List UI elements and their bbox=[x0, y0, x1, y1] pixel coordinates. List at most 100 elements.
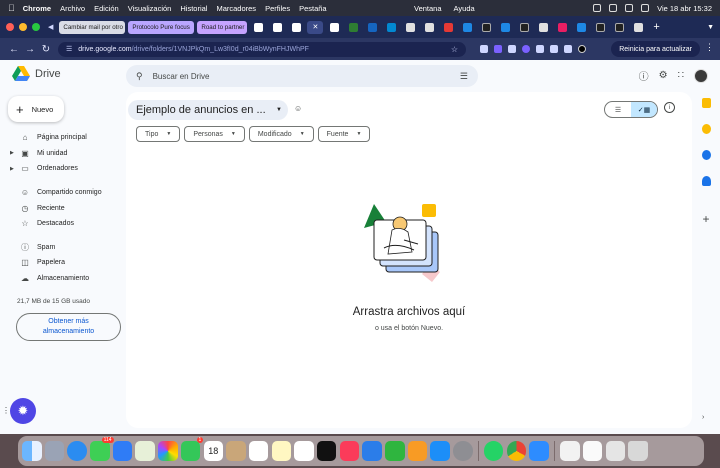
search-bar[interactable]: ⚲ Buscar en Drive ☰ bbox=[126, 65, 478, 87]
tab-road-to-partner[interactable]: Road to partner bbox=[197, 20, 248, 34]
address-bar[interactable]: ☰ drive.google.com/drive/folders/1VNJPkQ… bbox=[58, 41, 466, 57]
music-icon[interactable] bbox=[339, 441, 360, 461]
calendar-icon[interactable]: 18 bbox=[203, 441, 223, 461]
menu-marcadores[interactable]: Marcadores bbox=[216, 4, 256, 13]
new-tab-button[interactable]: + bbox=[653, 21, 659, 33]
sidebar-item-starred[interactable]: ☆ Destacados bbox=[8, 216, 120, 232]
tab-favicon[interactable] bbox=[383, 21, 399, 34]
tasks-addon-icon[interactable] bbox=[701, 150, 711, 160]
menu-visualizacion[interactable]: Visualización bbox=[128, 4, 172, 13]
filter-source[interactable]: Fuente ▼ bbox=[317, 126, 371, 142]
tab-favicon[interactable] bbox=[630, 21, 646, 34]
close-window-button[interactable] bbox=[6, 23, 14, 31]
facetime-icon[interactable]: 1 bbox=[180, 437, 204, 461]
zoom-icon[interactable] bbox=[529, 441, 549, 461]
update-chrome-button[interactable]: Reinicia para actualizar bbox=[611, 41, 700, 57]
tab-favicon[interactable] bbox=[421, 21, 437, 34]
extension-icon[interactable] bbox=[508, 45, 516, 53]
extension-icon[interactable] bbox=[522, 45, 530, 53]
keyboard-icon[interactable] bbox=[605, 441, 626, 461]
profile-avatar-icon[interactable] bbox=[578, 45, 586, 53]
minimize-window-button[interactable] bbox=[19, 23, 27, 31]
tab-favicon[interactable] bbox=[250, 21, 266, 34]
sidebar-item-home[interactable]: ⌂ Página principal bbox=[8, 130, 120, 146]
avatar[interactable] bbox=[694, 68, 708, 83]
expand-caret-icon[interactable]: ▶ bbox=[10, 150, 14, 156]
menu-ayuda[interactable]: Ayuda bbox=[454, 4, 475, 13]
search-input[interactable]: Buscar en Drive bbox=[153, 72, 210, 81]
drive-logo[interactable]: Drive bbox=[12, 66, 61, 82]
contacts-icon[interactable] bbox=[226, 441, 246, 461]
tab-favicon[interactable] bbox=[535, 21, 551, 34]
tab-favicon[interactable] bbox=[459, 21, 475, 34]
tab-cambiar-mail[interactable]: Cambiar mail por otro bbox=[59, 20, 126, 34]
sidebar-item-shared[interactable]: ☺ Compartido conmigo bbox=[8, 185, 120, 201]
trash-icon[interactable] bbox=[628, 441, 648, 461]
tab-favicon[interactable] bbox=[611, 21, 627, 34]
puzzle-icon[interactable] bbox=[536, 45, 544, 53]
search-options-icon[interactable]: ☰ bbox=[460, 71, 468, 82]
grid-view-icon[interactable]: ✓▦ bbox=[631, 102, 657, 117]
info-icon[interactable]: i bbox=[664, 102, 675, 113]
filter-people[interactable]: Personas ▼ bbox=[184, 126, 245, 142]
settings-gear-icon[interactable]: ⚙ bbox=[659, 70, 668, 81]
tab-favicon[interactable] bbox=[345, 21, 361, 34]
contacts-addon-icon[interactable] bbox=[701, 176, 711, 186]
appletv-icon[interactable] bbox=[316, 441, 337, 461]
freeform-icon[interactable] bbox=[294, 441, 314, 461]
site-info-icon[interactable]: ☰ bbox=[66, 45, 72, 53]
get-more-storage-button[interactable]: Obtener más almacenamiento bbox=[16, 313, 121, 341]
tab-favicon[interactable] bbox=[269, 21, 285, 34]
assistant-icon[interactable]: ✹ bbox=[10, 398, 36, 424]
new-button[interactable]: + Nuevo bbox=[8, 96, 64, 122]
list-view-icon[interactable]: ☰ bbox=[605, 102, 631, 117]
reload-icon[interactable]: ↻ bbox=[38, 44, 54, 55]
search-icon[interactable]: ⚲ bbox=[136, 71, 143, 82]
launchpad-icon[interactable] bbox=[44, 441, 65, 461]
sidebar-item-trash[interactable]: ◫ Papelera bbox=[8, 255, 120, 271]
menu-ventana[interactable]: Ventana bbox=[414, 4, 442, 13]
clock[interactable]: Vie 18 abr 15:32 bbox=[657, 4, 712, 13]
tab-favicon[interactable] bbox=[573, 21, 589, 34]
extension-icon[interactable] bbox=[564, 45, 572, 53]
forward-arrow-icon[interactable]: → bbox=[22, 44, 38, 55]
status-icon[interactable] bbox=[609, 4, 618, 12]
tab-favicon[interactable] bbox=[364, 21, 380, 34]
safari-icon[interactable] bbox=[67, 441, 87, 461]
status-icon[interactable] bbox=[593, 4, 602, 12]
extension-icon[interactable] bbox=[550, 45, 558, 53]
tab-active-drive[interactable]: ✕ bbox=[307, 20, 324, 34]
numbers-icon[interactable] bbox=[385, 441, 405, 461]
chevron-right-icon[interactable]: › bbox=[702, 414, 704, 421]
menu-perfiles[interactable]: Perfiles bbox=[265, 4, 290, 13]
photos-icon[interactable] bbox=[158, 441, 178, 461]
control-center-icon[interactable] bbox=[641, 4, 650, 12]
menu-edicion[interactable]: Edición bbox=[94, 4, 119, 13]
sidebar-item-storage[interactable]: ☁ Almacenamiento bbox=[8, 271, 120, 287]
sidebar-item-spam[interactable]: ⓘ Spam bbox=[8, 240, 120, 256]
notes-icon[interactable] bbox=[271, 441, 292, 461]
extension-icon[interactable] bbox=[480, 45, 488, 53]
sidebar-item-my-unit[interactable]: ▶ ▣ Mi unidad bbox=[8, 146, 120, 162]
extension-icon[interactable] bbox=[494, 45, 502, 53]
chrome-menu-icon[interactable]: ⋮ bbox=[705, 42, 714, 53]
sidebar-item-recent[interactable]: ◷ Reciente bbox=[8, 200, 120, 216]
sidebar-item-computers[interactable]: ▶ ▭ Ordenadores bbox=[8, 161, 120, 177]
filter-modified[interactable]: Modificado ▼ bbox=[248, 126, 314, 142]
keep-addon-icon[interactable] bbox=[701, 124, 711, 134]
tab-favicon[interactable] bbox=[497, 21, 513, 34]
menu-archivo[interactable]: Archivo bbox=[60, 4, 85, 13]
zoom-window-button[interactable] bbox=[32, 23, 40, 31]
bookmark-star-icon[interactable]: ☆ bbox=[451, 45, 458, 54]
expand-caret-icon[interactable]: ▶ bbox=[10, 166, 14, 172]
settings-icon[interactable] bbox=[453, 441, 473, 461]
tab-favicon[interactable] bbox=[326, 21, 342, 34]
appstore-icon[interactable] bbox=[430, 441, 450, 461]
preview-icon[interactable] bbox=[560, 441, 580, 461]
add-addon-icon[interactable]: + bbox=[702, 212, 709, 226]
apps-grid-icon[interactable]: ∷ bbox=[678, 70, 684, 81]
tab-favicon[interactable] bbox=[402, 21, 418, 34]
tab-favicon[interactable] bbox=[288, 21, 304, 34]
tab-search-icon[interactable]: ◀ bbox=[48, 23, 53, 31]
filter-type[interactable]: Tipo ▼ bbox=[136, 126, 181, 142]
